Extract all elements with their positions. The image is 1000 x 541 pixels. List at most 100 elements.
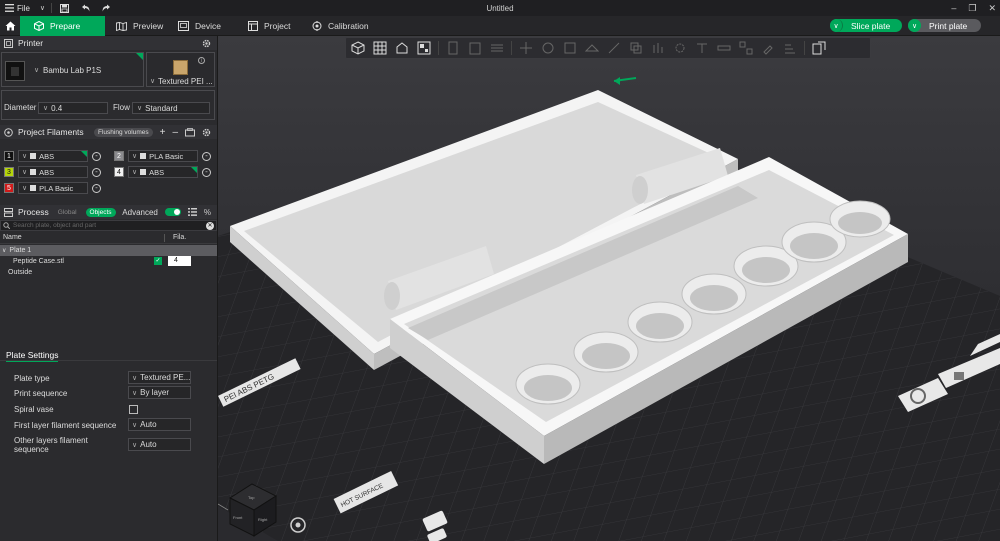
layers-button[interactable] [489, 40, 505, 56]
text-button[interactable] [694, 40, 710, 56]
filament-select[interactable]: ∨ PLA Basic [128, 150, 198, 162]
seam-paint-button[interactable] [672, 40, 688, 56]
filament-color-swatch[interactable]: 4 [114, 167, 124, 177]
filament-select[interactable]: ∨ ABS [18, 166, 88, 178]
first-layer-sequence-select[interactable]: ∨ Auto [128, 418, 191, 431]
tab-device[interactable]: Device [164, 16, 234, 36]
copy-button[interactable] [445, 40, 461, 56]
rotate-button[interactable] [540, 40, 556, 56]
view-cube-front[interactable]: Front [233, 515, 243, 520]
plate-type-value: Textured PE... [140, 373, 191, 382]
slice-dropdown-icon[interactable]: ∨ [830, 19, 843, 32]
printer-settings-icon[interactable] [202, 39, 211, 48]
object-search-input[interactable]: Search plate, object and part ✕ [0, 220, 217, 231]
filament-select[interactable]: ∨ PLA Basic [18, 182, 88, 194]
move-button[interactable] [518, 40, 534, 56]
diameter-select[interactable]: ∨ 0.4 [38, 102, 108, 114]
file-dropdown-icon[interactable]: ∨ [40, 4, 45, 12]
printer-selector[interactable]: ∨ Bambu Lab P1S [1, 52, 144, 87]
filament-color-swatch[interactable]: 2 [114, 151, 124, 161]
measure-button[interactable] [716, 40, 732, 56]
remove-slot-icon[interactable]: - [92, 167, 101, 177]
plate-row[interactable]: ∨ Plate 1 [0, 245, 217, 256]
filament-name: PLA Basic [39, 183, 74, 193]
view-cube-right[interactable]: Right [258, 517, 268, 522]
minimize-icon[interactable]: – [951, 3, 956, 13]
print-dropdown-icon[interactable]: ∨ [908, 19, 921, 32]
flushing-volumes-button[interactable]: Flushing volumes [94, 127, 153, 137]
lock-badge-icon[interactable] [954, 372, 964, 380]
view-cube-top[interactable]: Top [248, 495, 255, 500]
process-global-tab[interactable]: Global [54, 208, 81, 217]
filament-dropdown-icon: ∨ [22, 169, 28, 176]
paste-button[interactable] [467, 40, 483, 56]
remove-slot-icon[interactable]: - [92, 151, 101, 161]
plate-settings-tab[interactable]: Plate Settings [0, 348, 217, 362]
list-view-icon[interactable] [187, 208, 197, 216]
filament-select[interactable]: ∨ ABS [18, 150, 88, 162]
lay-on-face-button[interactable] [584, 40, 600, 56]
split-objects-button[interactable] [811, 40, 827, 56]
print-plate-button[interactable]: ∨ Print plate [908, 19, 981, 32]
redo-icon[interactable] [102, 4, 111, 12]
flow-select[interactable]: ∨ Standard [132, 102, 210, 114]
filament-color-swatch[interactable]: 3 [4, 167, 14, 177]
tab-calibration[interactable]: Calibration [300, 16, 390, 36]
3d-viewport[interactable]: PEI ABS PETG HOT SURFACE Top Front Right [218, 36, 1000, 541]
variable-height-button[interactable] [782, 40, 798, 56]
tab-project[interactable]: Project [236, 16, 306, 36]
plate-selector[interactable]: i ∨ Textured PEI ... [146, 52, 215, 87]
cut-button[interactable] [606, 40, 622, 56]
save-icon[interactable] [60, 3, 70, 13]
remove-filament-icon[interactable]: – [172, 127, 178, 138]
orient-button[interactable] [394, 40, 410, 56]
color-paint-button[interactable] [760, 40, 776, 56]
add-object-button[interactable] [350, 40, 366, 56]
first-layer-dropdown-icon: ∨ [132, 421, 138, 429]
other-layers-sequence-select[interactable]: ∨ Auto [128, 438, 191, 451]
slice-plate-button[interactable]: ∨ Slice plate [830, 19, 902, 32]
remove-slot-icon[interactable]: - [202, 151, 211, 161]
tab-prepare[interactable]: Prepare [20, 16, 105, 36]
plate-type-select[interactable]: ∨ Textured PE... [128, 371, 191, 384]
mesh-boolean-button[interactable] [628, 40, 644, 56]
advanced-toggle[interactable] [164, 208, 181, 216]
first-layer-sequence-value: Auto [140, 420, 157, 429]
file-menu[interactable]: File [5, 4, 30, 13]
outside-row[interactable]: Outside [0, 267, 217, 278]
compare-settings-icon[interactable]: % [204, 208, 211, 217]
close-window-icon[interactable]: ✕ [988, 3, 996, 14]
toolbar-divider [511, 41, 512, 55]
support-paint-button[interactable] [650, 40, 666, 56]
slice-plate-label: Slice plate [851, 20, 891, 31]
print-sequence-select[interactable]: ∨ By layer [128, 386, 191, 399]
filament-color-swatch[interactable]: 1 [4, 151, 14, 161]
split-icon [812, 41, 826, 55]
remove-slot-icon[interactable]: - [92, 183, 101, 193]
spiral-vase-checkbox[interactable] [129, 405, 138, 414]
home-button[interactable] [0, 16, 20, 36]
filament-select[interactable]: ∨ ABS [128, 166, 198, 178]
assembly-button[interactable] [738, 40, 754, 56]
plate-info-icon[interactable]: i [198, 57, 205, 64]
filament-settings-icon[interactable] [202, 128, 211, 137]
object-filament-field[interactable]: 4 [168, 256, 191, 266]
collapse-icon[interactable]: ∨ [2, 247, 6, 254]
object-row[interactable]: Peptide Case.stl ✓ 4 [0, 256, 217, 267]
scale-button[interactable] [562, 40, 578, 56]
restore-icon[interactable]: ❐ [968, 3, 976, 14]
diameter-value: 0.4 [51, 103, 63, 113]
add-filament-icon[interactable]: + [160, 127, 166, 138]
undo-icon[interactable] [81, 4, 90, 12]
process-objects-tab[interactable]: Objects [85, 207, 116, 217]
arrange-button[interactable] [416, 40, 432, 56]
clear-search-icon[interactable]: ✕ [206, 222, 214, 230]
flow-value: Standard [145, 103, 178, 113]
scene-canvas[interactable]: PEI ABS PETG HOT SURFACE Top Front Right [218, 36, 1000, 541]
add-plate-button[interactable] [372, 40, 388, 56]
remove-slot-icon[interactable]: - [202, 167, 211, 177]
sync-filament-icon[interactable] [185, 127, 195, 137]
filament-color-swatch[interactable]: 5 [4, 183, 14, 193]
object-visible-checkbox[interactable]: ✓ [154, 257, 162, 265]
print-sequence-value: By layer [140, 388, 170, 397]
